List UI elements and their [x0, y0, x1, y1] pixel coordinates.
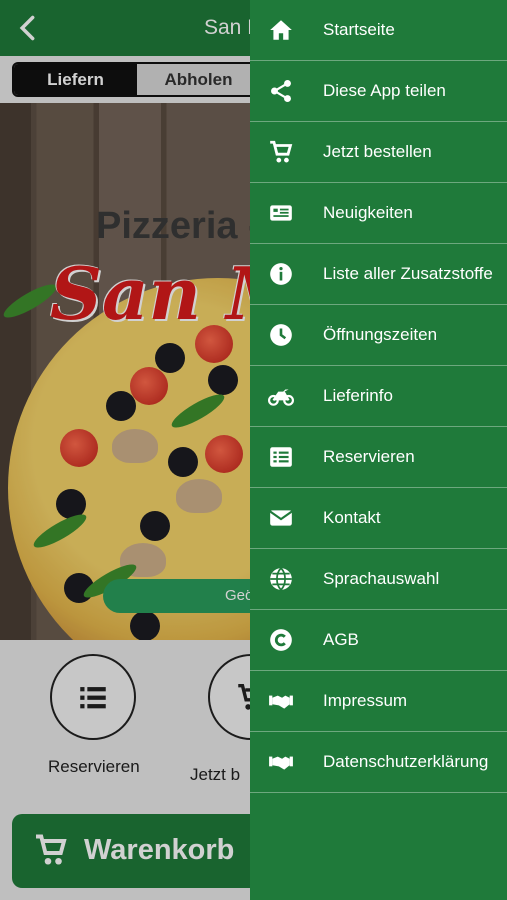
menu-item-label: Reservieren [323, 447, 415, 466]
menu-item-startseite[interactable]: Startseite [250, 0, 507, 61]
menu-item-language[interactable]: Sprachauswahl [250, 549, 507, 610]
share-icon [267, 77, 295, 105]
menu-item-label: Diese App teilen [323, 81, 446, 100]
menu-item-terms[interactable]: AGB [250, 610, 507, 671]
menu-item-label: Kontakt [323, 508, 381, 527]
menu-item-label: Jetzt bestellen [323, 142, 432, 161]
menu-item-contact[interactable]: Kontakt [250, 488, 507, 549]
envelope-icon [267, 504, 295, 532]
menu-item-delivery-info[interactable]: Lieferinfo [250, 366, 507, 427]
menu-item-imprint[interactable]: Impressum [250, 671, 507, 732]
handshake-icon [267, 748, 295, 776]
navigation-drawer: Startseite Diese App teilen Jetzt bestel… [250, 0, 507, 900]
clock-icon [267, 321, 295, 349]
copyright-icon [267, 626, 295, 654]
menu-item-label: Öffnungszeiten [323, 325, 438, 344]
menu-item-news[interactable]: Neuigkeiten [250, 183, 507, 244]
menu-item-label: Datenschutzerklärung [323, 752, 489, 771]
menu-item-label: Startseite [323, 20, 395, 39]
list-icon [267, 443, 295, 471]
menu-item-label: Impressum [323, 691, 408, 710]
globe-icon [267, 565, 295, 593]
cart-icon [267, 138, 295, 166]
home-icon [267, 16, 295, 44]
menu-item-share[interactable]: Diese App teilen [250, 61, 507, 122]
info-icon [267, 260, 295, 288]
handshake-icon [267, 687, 295, 715]
menu-item-label: Liste aller Zusatzstoffe [323, 264, 493, 283]
menu-item-label: Lieferinfo [323, 386, 393, 405]
menu-item-reservieren[interactable]: Reservieren [250, 427, 507, 488]
menu-item-label: AGB [323, 630, 359, 649]
motorcycle-icon [267, 382, 295, 410]
newspaper-icon [267, 199, 295, 227]
menu-item-label: Neuigkeiten [323, 203, 413, 222]
menu-item-opening-hours[interactable]: Öffnungszeiten [250, 305, 507, 366]
menu-item-additives[interactable]: Liste aller Zusatzstoffe [250, 244, 507, 305]
menu-item-privacy[interactable]: Datenschutzerklärung [250, 732, 507, 793]
menu-item-order[interactable]: Jetzt bestellen [250, 122, 507, 183]
menu-item-label: Sprachauswahl [323, 569, 440, 588]
